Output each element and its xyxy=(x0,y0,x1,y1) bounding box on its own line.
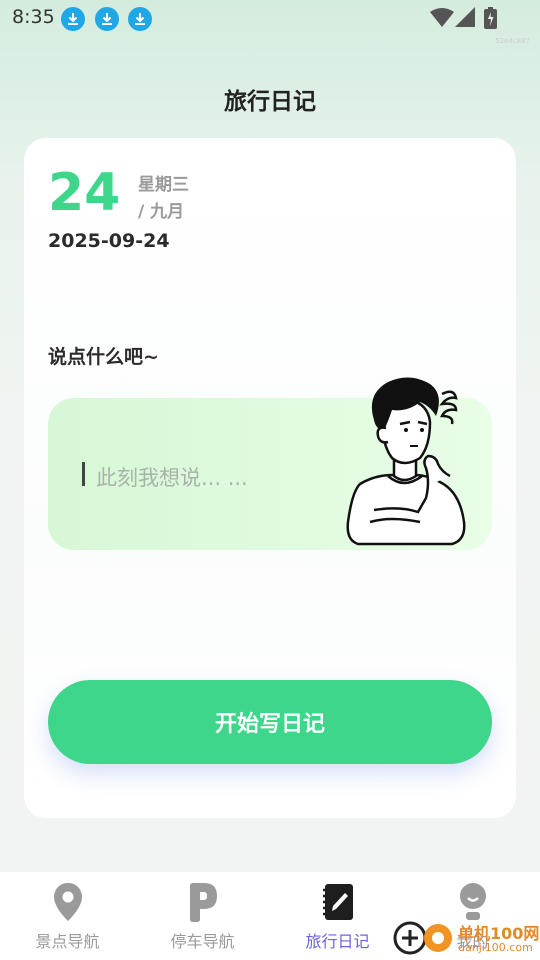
download-icon xyxy=(95,7,119,31)
status-tiny-text: 52e4c887 xyxy=(495,37,530,45)
tab-scenic-navigation[interactable]: 景点导航 xyxy=(0,872,135,960)
parking-icon xyxy=(188,882,218,926)
wifi-icon xyxy=(430,7,454,31)
full-date: 2025-09-24 xyxy=(48,230,170,252)
download-icon xyxy=(128,7,152,31)
input-placeholder: 此刻我想说... ... xyxy=(96,466,248,490)
watermark-url: danji100.com xyxy=(458,941,533,954)
notebook-icon xyxy=(321,882,355,926)
thinking-person-illustration xyxy=(346,377,466,546)
location-pin-icon xyxy=(52,882,84,926)
tab-label: 旅行日记 xyxy=(305,932,370,951)
month-label: / 九月 xyxy=(138,202,185,222)
download-icon xyxy=(61,7,85,31)
status-bar: 8:35 52e4c887 xyxy=(0,0,540,45)
diary-card: 24 星期三 / 九月 2025-09-24 说点什么吧~ 此刻我想说... .… xyxy=(24,138,516,818)
tab-label: 景点导航 xyxy=(35,932,100,951)
weekday-label: 星期三 xyxy=(138,175,189,195)
day-number: 24 xyxy=(48,163,121,223)
signal-icon xyxy=(455,7,475,31)
prompt-text: 说点什么吧~ xyxy=(48,346,159,368)
tab-label: 停车导航 xyxy=(170,932,235,951)
tab-travel-diary[interactable]: 旅行日记 xyxy=(270,872,405,960)
page-title: 旅行日记 xyxy=(224,89,316,115)
watermark-logo-icon xyxy=(393,921,452,955)
status-time: 8:35 xyxy=(12,6,55,28)
tab-parking-navigation[interactable]: 停车导航 xyxy=(135,872,270,960)
battery-charging-icon xyxy=(484,7,497,33)
start-writing-button[interactable]: 开始写日记 xyxy=(48,680,492,764)
text-cursor xyxy=(82,462,85,486)
